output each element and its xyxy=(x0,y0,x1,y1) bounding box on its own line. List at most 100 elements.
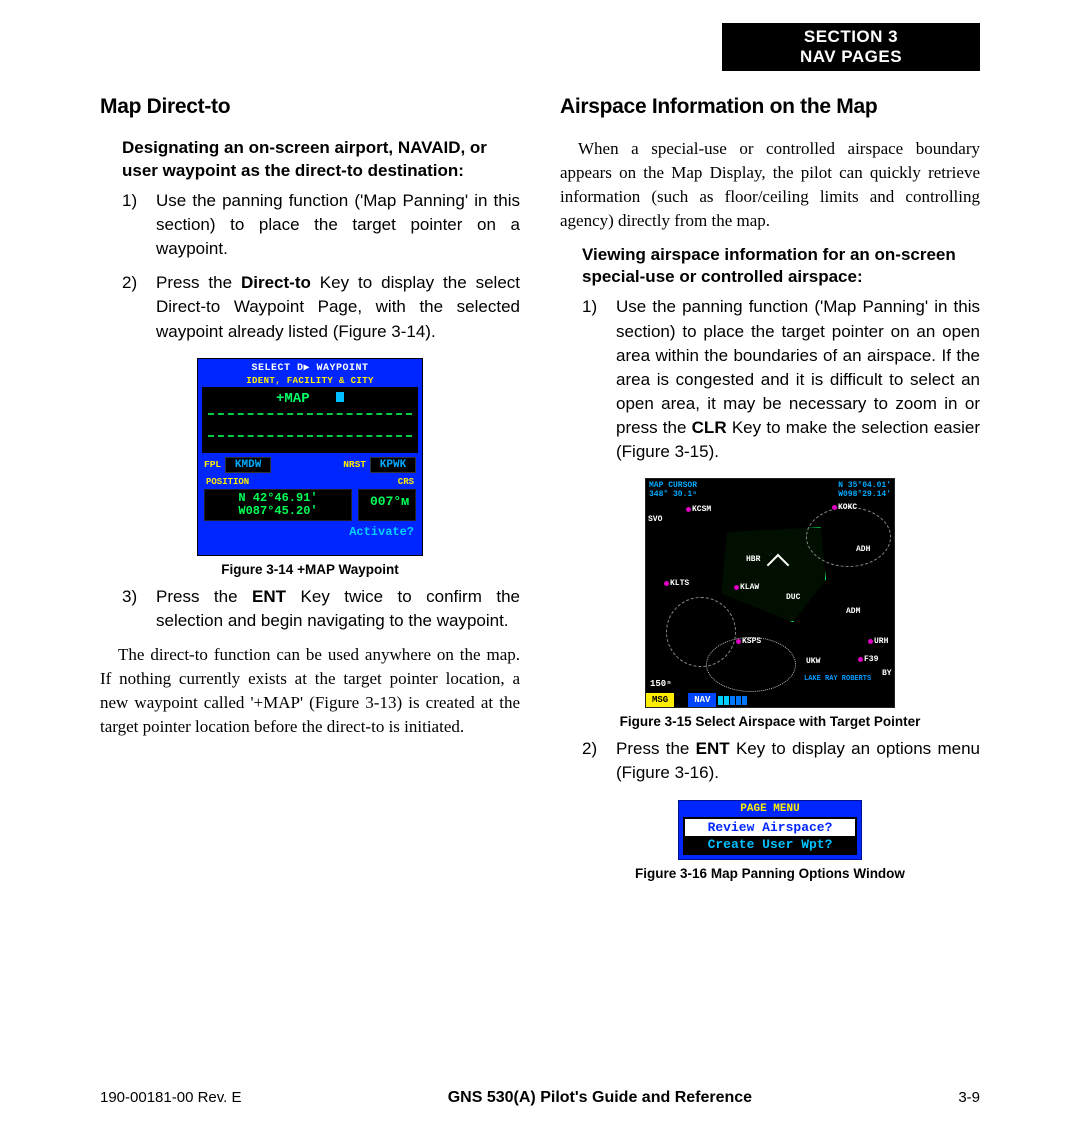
page-indicator xyxy=(718,696,747,705)
footer-rev: 190-00181-00 Rev. E xyxy=(100,1089,241,1106)
left-title: Map Direct-to xyxy=(100,95,520,119)
gps-screen-316: PAGE MENU Review Airspace? Create User W… xyxy=(678,800,862,860)
wp-ukw: UKW xyxy=(806,657,820,666)
t: MAP CURSOR xyxy=(649,481,697,490)
menu-create-user-wpt: Create User Wpt? xyxy=(685,836,855,853)
wp-ksps: KSPS xyxy=(736,637,761,646)
right-title: Airspace Information on the Map xyxy=(560,95,980,119)
wp-svo: SVO xyxy=(648,515,662,524)
wp-kokc: KOKC xyxy=(832,503,857,512)
g314-pos: POSITION CRS N 42°46.91' W087°45.20' 007… xyxy=(204,477,416,521)
wp-hbr: HBR xyxy=(746,555,760,564)
caption-315: Figure 3-15 Select Airspace with Target … xyxy=(560,714,980,729)
figure-3-16: PAGE MENU Review Airspace? Create User W… xyxy=(560,800,980,881)
page-menu-title: PAGE MENU xyxy=(679,801,861,817)
step-text: Press the ENT Key to display an options … xyxy=(616,737,980,785)
t: ENT xyxy=(252,587,286,606)
gps-screen-314: SELECT D▶ WAYPOINT IDENT, FACILITY & CIT… xyxy=(197,358,423,556)
activate-prompt: Activate? xyxy=(198,523,422,539)
right-steps-cont: 2) Press the ENT Key to display an optio… xyxy=(582,737,980,785)
dash xyxy=(208,407,412,415)
t: CLR xyxy=(692,418,727,437)
right-step-2: 2) Press the ENT Key to display an optio… xyxy=(582,737,980,785)
nrst-label: NRST xyxy=(343,459,366,470)
t: SELECT xyxy=(251,363,297,374)
t: Press the xyxy=(156,273,241,292)
g315-map-area: KCSM SVO KOKC HBR KLTS KLAW DUC ADH ADM … xyxy=(646,497,894,693)
step-text: Press the ENT Key twice to confirm the s… xyxy=(156,585,520,633)
direct-to-icon: D▶ xyxy=(297,363,310,374)
fpl-label: FPL xyxy=(204,459,221,470)
wp-roberts: LAKE RAY ROBERTS xyxy=(804,675,871,683)
wp-f39: F39 xyxy=(858,655,878,664)
footer-title: GNS 530(A) Pilot's Guide and Reference xyxy=(448,1089,752,1107)
figure-3-14: SELECT D▶ WAYPOINT IDENT, FACILITY & CIT… xyxy=(100,358,520,577)
right-steps: 1) Use the panning function ('Map Pannin… xyxy=(582,295,980,464)
g314-sub: IDENT, FACILITY & CITY xyxy=(198,375,422,387)
step-num: 3) xyxy=(122,585,156,633)
wp-adm: ADM xyxy=(846,607,860,616)
menu-review-airspace: Review Airspace? xyxy=(685,819,855,836)
right-step-1: 1) Use the panning function ('Map Pannin… xyxy=(582,295,980,464)
section-header: SECTION 3 NAV PAGES xyxy=(722,23,980,71)
position-box: N 42°46.91' W087°45.20' xyxy=(204,489,352,521)
nrst-value: KPWK xyxy=(370,457,416,473)
step-num: 2) xyxy=(582,737,616,785)
step-text: Use the panning function ('Map Panning' … xyxy=(156,189,520,261)
step-num: 1) xyxy=(122,189,156,261)
left-steps: 1) Use the panning function ('Map Pannin… xyxy=(122,189,520,344)
pos-label: POSITION xyxy=(206,477,249,487)
section-line1: SECTION 3 xyxy=(804,27,898,47)
g314-body: +MAP xyxy=(202,387,418,453)
gps-screen-315: MAP CURSOR 348° 30.1ⁿ N 35°04.01' W098°2… xyxy=(645,478,895,708)
cursor-icon xyxy=(336,392,344,402)
g314-title: SELECT D▶ WAYPOINT xyxy=(198,359,422,375)
page-body: Map Direct-to Designating an on-screen a… xyxy=(100,95,980,889)
caption-314: Figure 3-14 +MAP Waypoint xyxy=(100,562,520,577)
wp-duc: DUC xyxy=(786,593,800,602)
wp-by: BY xyxy=(882,669,892,678)
t: WAYPOINT xyxy=(310,363,369,374)
crs-value: 007°ᴍ xyxy=(358,489,416,521)
left-step-1: 1) Use the panning function ('Map Pannin… xyxy=(122,189,520,261)
t: Press the xyxy=(156,587,252,606)
left-subhead: Designating an on-screen airport, NAVAID… xyxy=(122,137,520,183)
t: W087°45.20' xyxy=(209,505,347,518)
page-menu-body: Review Airspace? Create User Wpt? xyxy=(683,817,857,855)
dash xyxy=(208,429,412,437)
left-steps-cont: 3) Press the ENT Key twice to confirm th… xyxy=(122,585,520,633)
msg-annunciator: MSG xyxy=(646,693,674,707)
step-text: Use the panning function ('Map Panning' … xyxy=(616,295,980,464)
left-para: The direct-to function can be used anywh… xyxy=(100,643,520,740)
t: Direct-to xyxy=(241,273,311,292)
nav-tab: NAV xyxy=(688,693,716,707)
g315-bottom: MSG NAV xyxy=(646,693,894,707)
section-line2: NAV PAGES xyxy=(800,47,902,67)
crs-label: CRS xyxy=(398,477,414,487)
t: N 35°04.01' xyxy=(838,481,891,490)
wp-urh: URH xyxy=(868,637,888,646)
g314-fpl-row: FPL KMDW NRST KPWK xyxy=(198,453,422,473)
t: +MAP xyxy=(276,391,310,407)
left-column: Map Direct-to Designating an on-screen a… xyxy=(100,95,520,889)
left-step-2: 2) Press the Direct-to Key to display th… xyxy=(122,271,520,343)
wp-klts: KLTS xyxy=(664,579,689,588)
left-step-3: 3) Press the ENT Key twice to confirm th… xyxy=(122,585,520,633)
fpl-value: KMDW xyxy=(225,457,271,473)
page-footer: 190-00181-00 Rev. E GNS 530(A) Pilot's G… xyxy=(100,1089,980,1107)
map-scale: 150ⁿ xyxy=(650,679,672,689)
t: N 42°46.91' xyxy=(209,492,347,505)
step-num: 1) xyxy=(582,295,616,464)
t: Use the panning function ('Map Panning' … xyxy=(616,297,980,437)
t: ENT xyxy=(696,739,730,758)
t: Press the xyxy=(616,739,696,758)
right-intro: When a special-use or controlled airspac… xyxy=(560,137,980,234)
right-column: Airspace Information on the Map When a s… xyxy=(560,95,980,889)
footer-page: 3-9 xyxy=(958,1089,980,1106)
step-text: Press the Direct-to Key to display the s… xyxy=(156,271,520,343)
step-num: 2) xyxy=(122,271,156,343)
wp-adh: ADH xyxy=(856,545,870,554)
figure-3-15: MAP CURSOR 348° 30.1ⁿ N 35°04.01' W098°2… xyxy=(560,478,980,729)
wp-kcsm: KCSM xyxy=(686,505,711,514)
g314-map-wp: +MAP xyxy=(206,391,414,407)
